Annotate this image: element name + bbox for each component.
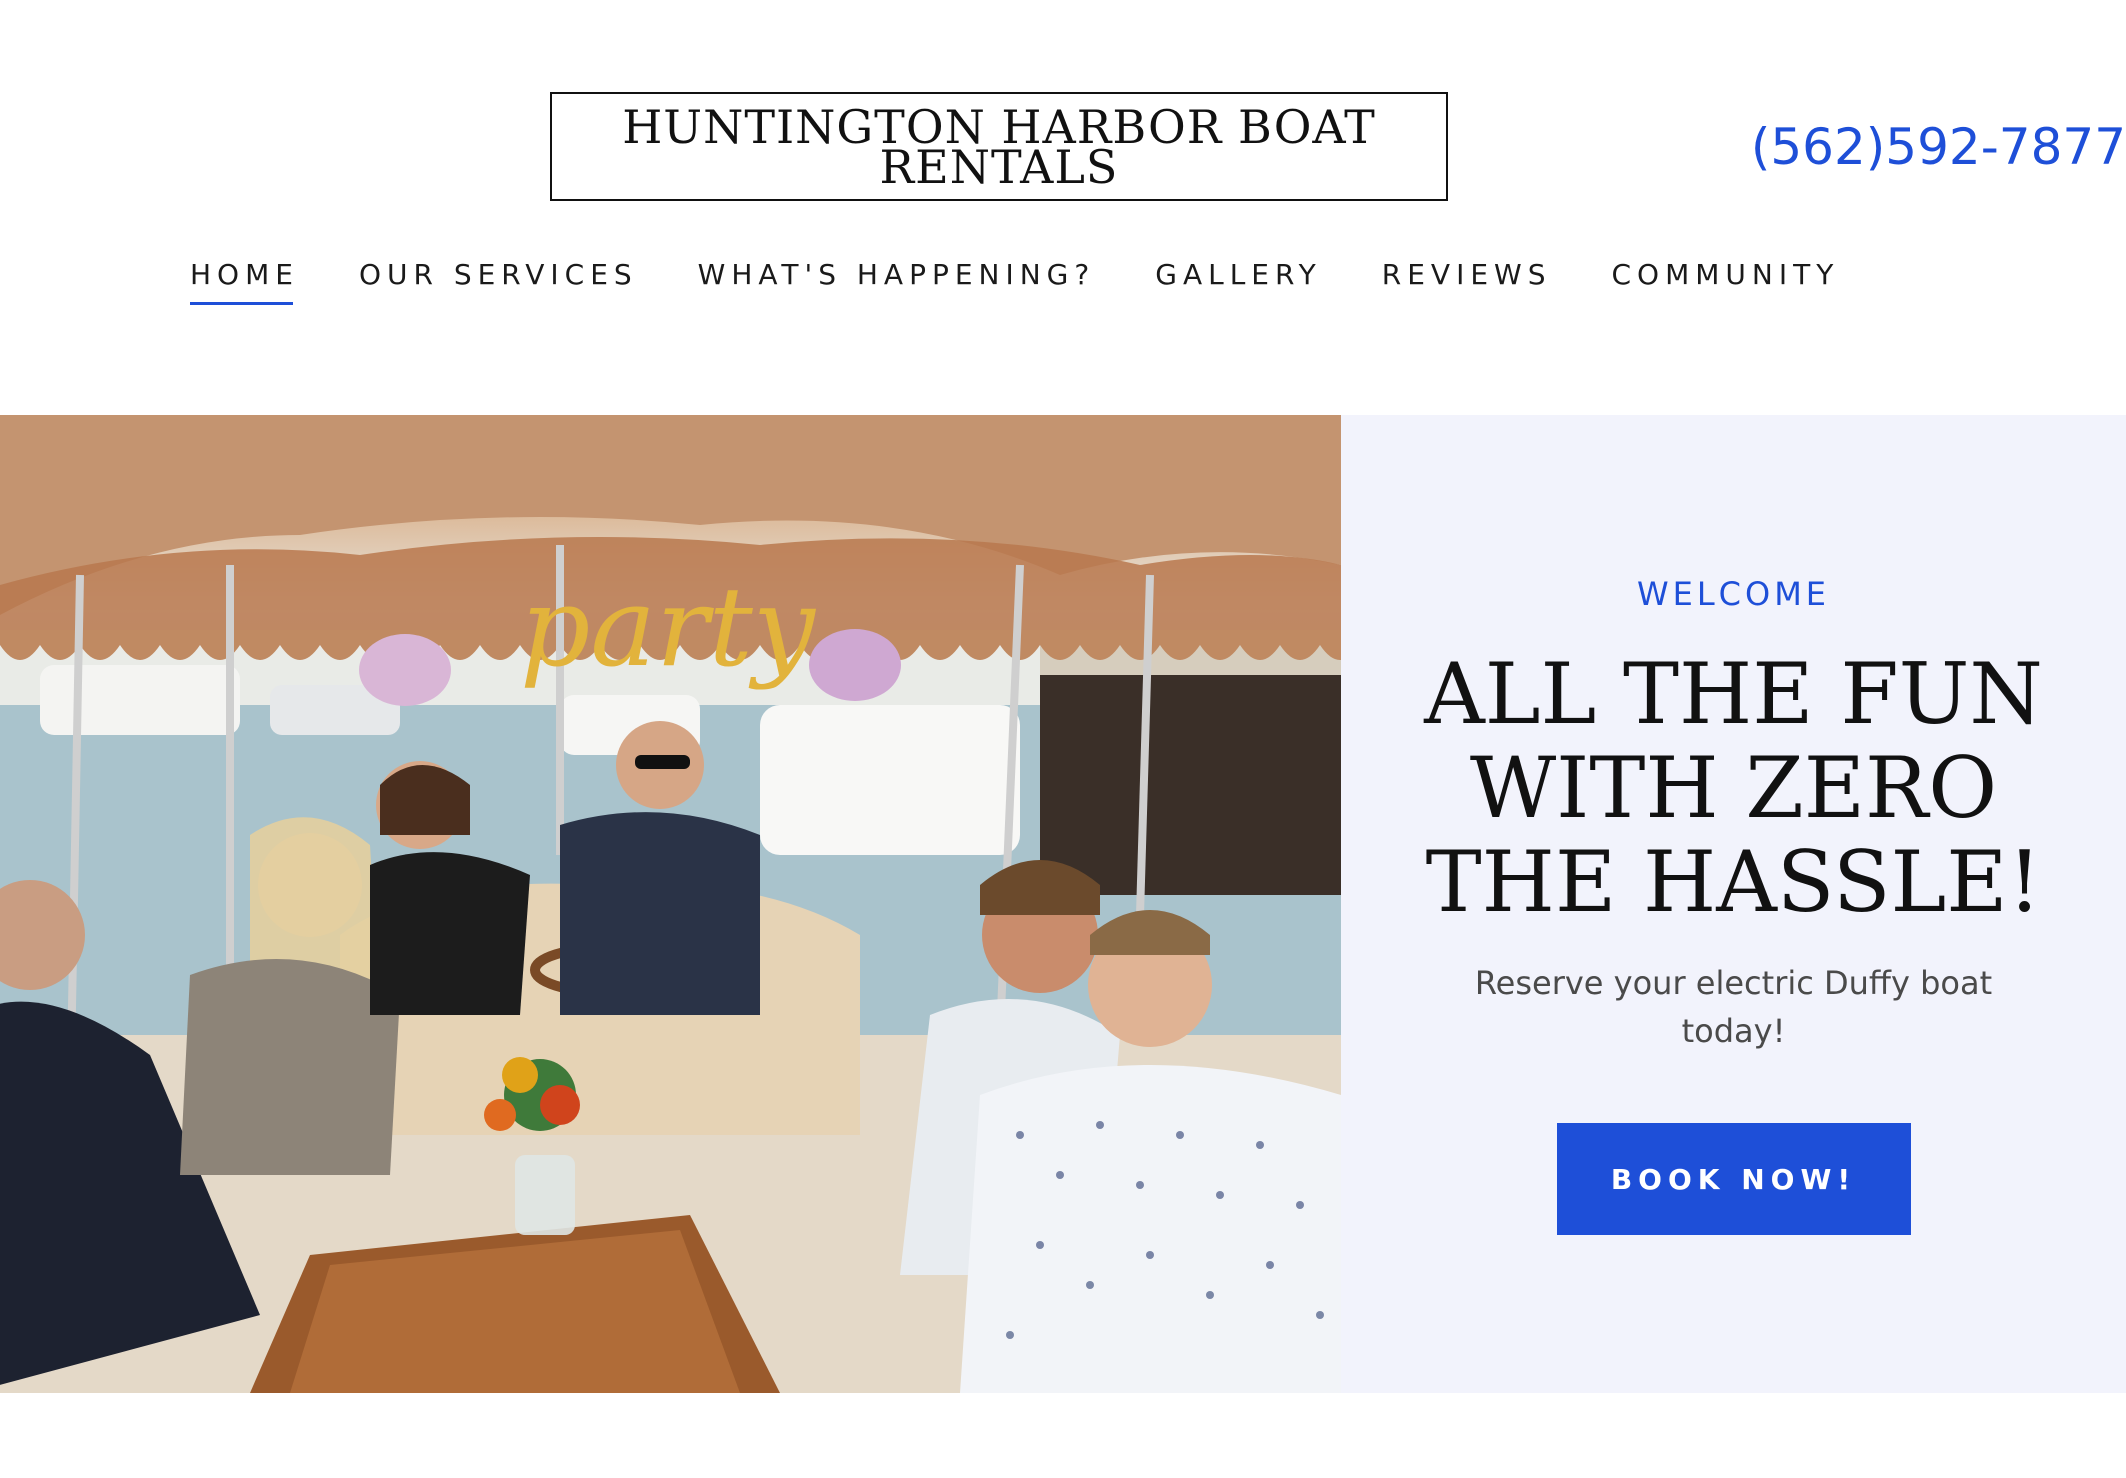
phone-link[interactable]: (562)592-7877 <box>1751 118 2126 176</box>
hero-headline: ALL THE FUN WITH ZERO THE HASSLE! <box>1424 645 2043 931</box>
welcome-eyebrow: WELCOME <box>1636 575 1831 613</box>
nav-community[interactable]: COMMUNITY <box>1611 258 1839 305</box>
nav-gallery[interactable]: GALLERY <box>1155 258 1322 305</box>
site-title: HUNTINGTON HARBOR BOAT RENTALS <box>622 99 1376 194</box>
hero-photo: party <box>0 415 1341 1393</box>
hero-panel: WELCOME ALL THE FUN WITH ZERO THE HASSLE… <box>1341 415 2126 1393</box>
site-logo[interactable]: HUNTINGTON HARBOR BOAT RENTALS <box>550 92 1448 201</box>
main-nav: HOME OUR SERVICES WHAT'S HAPPENING? GALL… <box>190 258 1899 305</box>
hero-subtext: Reserve your electric Duffy boat today! <box>1474 964 1993 1050</box>
nav-home[interactable]: HOME <box>190 258 299 305</box>
page: HUNTINGTON HARBOR BOAT RENTALS (562)592-… <box>0 0 2126 1478</box>
nav-our-services[interactable]: OUR SERVICES <box>359 258 638 305</box>
book-now-button[interactable]: BOOK NOW! <box>1556 1123 1911 1235</box>
nav-reviews[interactable]: REVIEWS <box>1382 258 1552 305</box>
nav-whats-happening[interactable]: WHAT'S HAPPENING? <box>698 258 1096 305</box>
hero-section: party WELCOME ALL THE FUN WITH ZERO THE … <box>0 415 2126 1393</box>
party-balloon-text: party <box>520 563 817 691</box>
